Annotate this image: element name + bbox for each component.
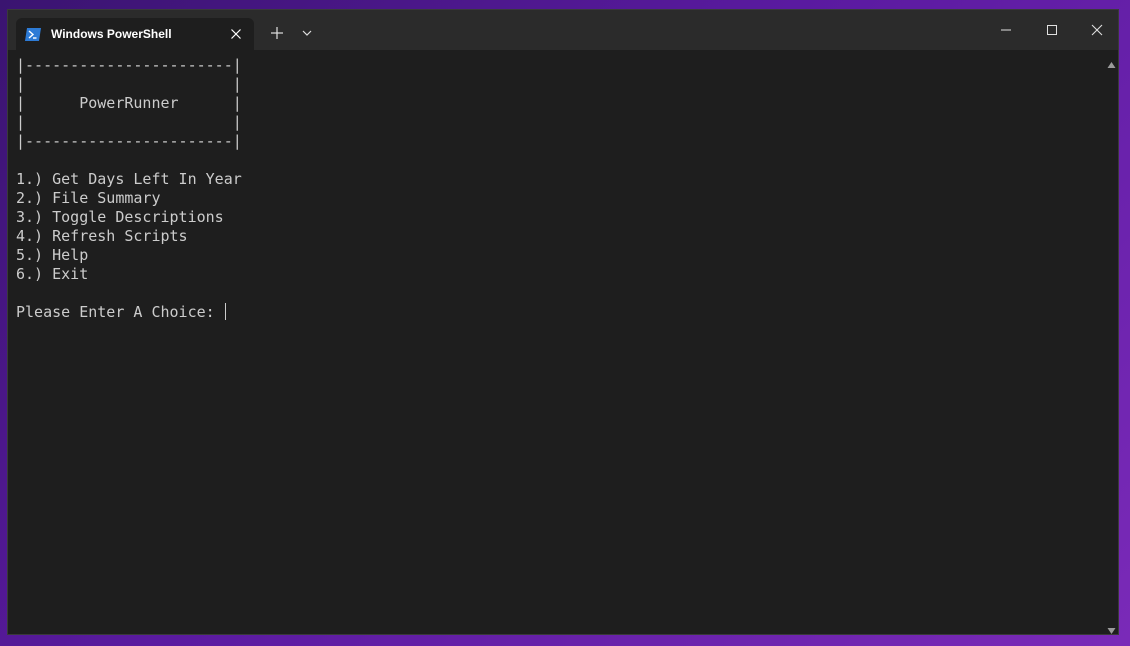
terminal-text: |-----------------------| | | | PowerRunne… — [16, 56, 242, 322]
plus-icon[interactable] — [266, 22, 288, 44]
menu-option-1: 1.) Get Days Left In Year — [16, 170, 242, 188]
terminal-output[interactable]: |-----------------------| | | | PowerRunne… — [8, 50, 1104, 634]
banner-line: | | — [16, 113, 242, 131]
title-bar[interactable]: Windows PowerShell — [8, 10, 1118, 50]
menu-option-6: 6.) Exit — [16, 265, 89, 283]
menu-option-4: 4.) Refresh Scripts — [16, 227, 188, 245]
tab-windows-powershell[interactable]: Windows PowerShell — [16, 18, 254, 50]
banner-bottom-border: |-----------------------| — [16, 132, 242, 150]
close-tab-icon[interactable] — [228, 26, 244, 42]
tab-title: Windows PowerShell — [51, 27, 172, 41]
banner-top-border: |-----------------------| — [16, 56, 242, 74]
scrollbar[interactable] — [1104, 50, 1118, 634]
powershell-icon — [25, 27, 41, 41]
chevron-down-icon[interactable] — [296, 22, 318, 44]
scroll-down-icon[interactable] — [1107, 622, 1116, 634]
banner-line: | | — [16, 75, 242, 93]
scroll-up-icon[interactable] — [1107, 56, 1116, 68]
close-window-icon[interactable] — [1074, 10, 1118, 50]
prompt-line[interactable]: Please Enter A Choice: — [16, 303, 242, 322]
maximize-icon[interactable] — [1029, 10, 1075, 50]
terminal-window: Windows PowerShell |--------------------… — [7, 9, 1119, 635]
menu-option-3: 3.) Toggle Descriptions — [16, 208, 224, 226]
text-cursor — [224, 303, 226, 320]
menu-option-5: 5.) Help — [16, 246, 89, 264]
menu-option-2: 2.) File Summary — [16, 189, 161, 207]
banner-title: | PowerRunner | — [16, 94, 242, 112]
minimize-icon[interactable] — [983, 10, 1029, 50]
prompt-text: Please Enter A Choice: — [16, 303, 224, 321]
